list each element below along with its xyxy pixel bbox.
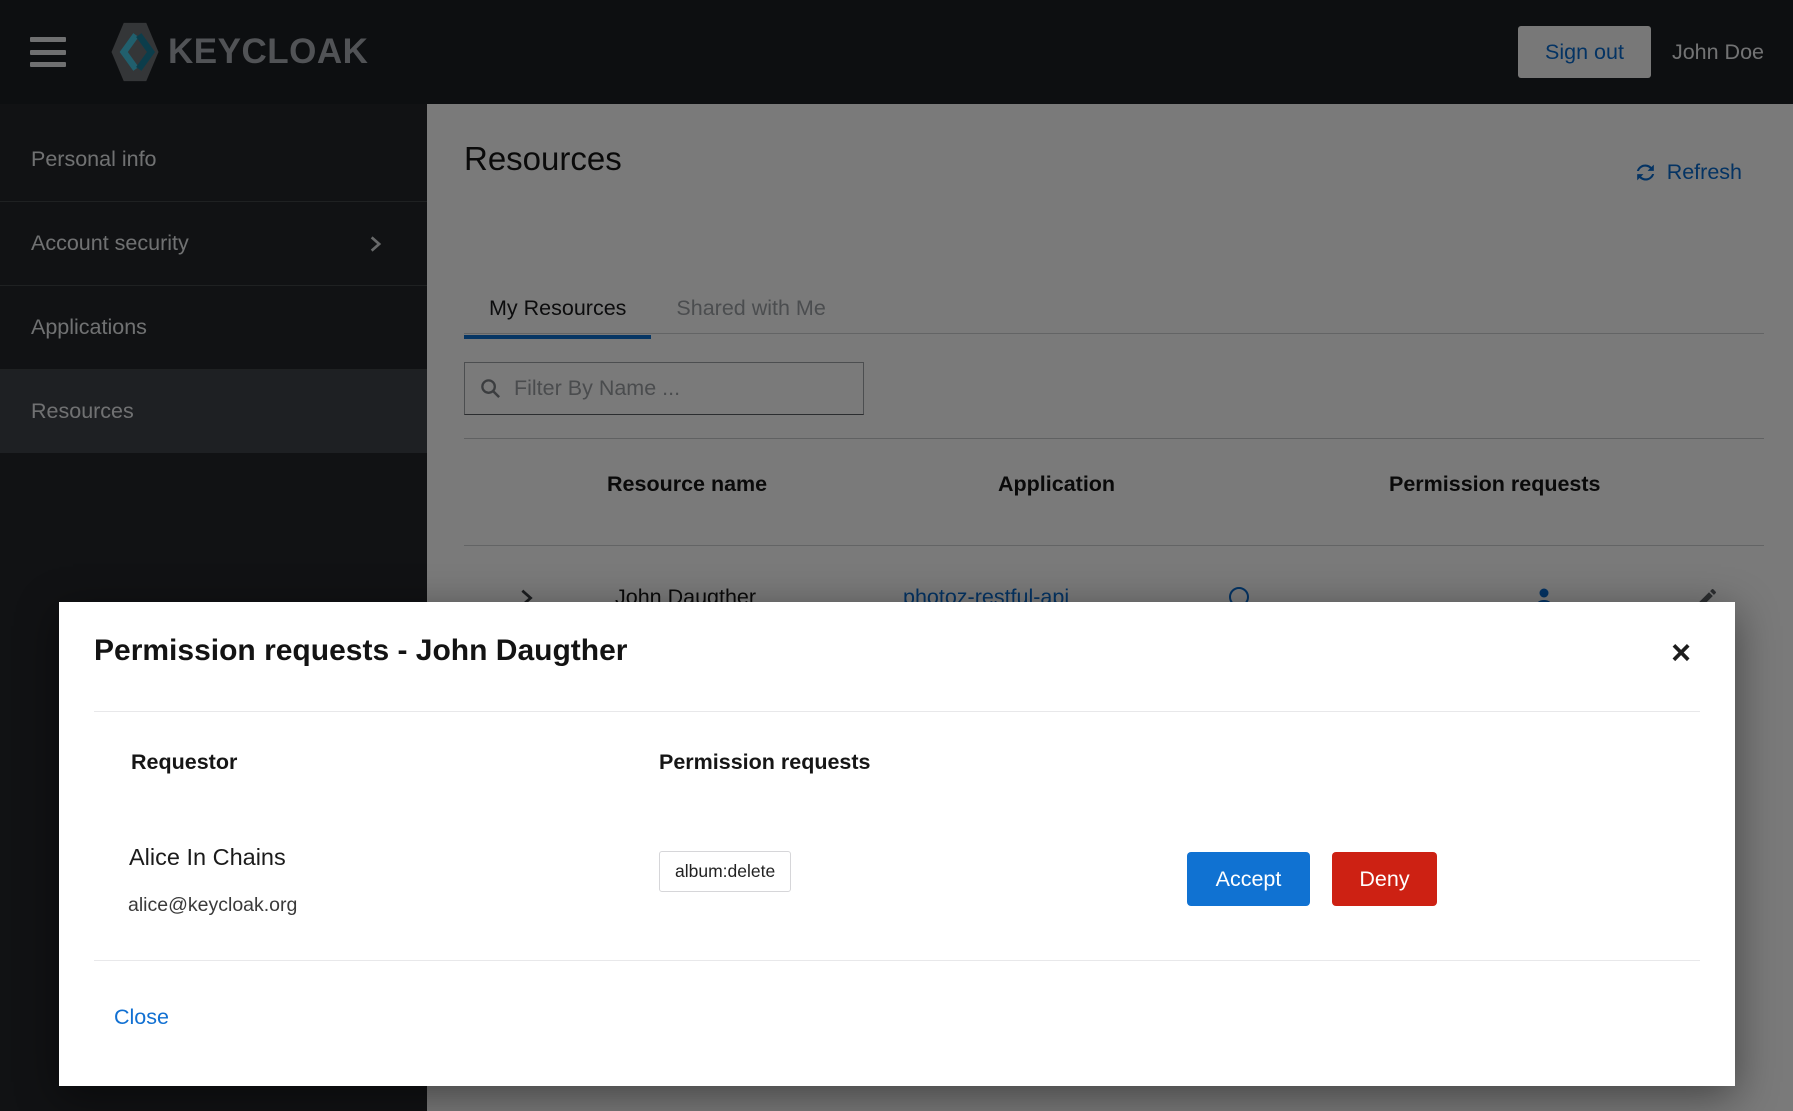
requestor-name: Alice In Chains (129, 844, 286, 871)
modal-title: Permission requests - John Daugther (94, 634, 627, 668)
requestor-email: alice@keycloak.org (128, 894, 297, 917)
accept-button[interactable]: Accept (1187, 852, 1310, 906)
modal-column-permission-requests: Permission requests (659, 750, 871, 775)
modal-header-divider (94, 711, 1700, 712)
close-icon[interactable]: × (1667, 632, 1695, 674)
deny-button[interactable]: Deny (1332, 852, 1437, 906)
keycloak-account-console: KEYCLOAK Sign out John Doe Personal info… (0, 0, 1793, 1111)
modal-footer-divider (94, 960, 1700, 961)
modal-close-link[interactable]: Close (114, 1005, 169, 1030)
scope-chip: album:delete (659, 851, 791, 892)
modal-column-requestor: Requestor (131, 750, 237, 775)
permission-requests-modal: Permission requests - John Daugther × Re… (59, 602, 1735, 1086)
